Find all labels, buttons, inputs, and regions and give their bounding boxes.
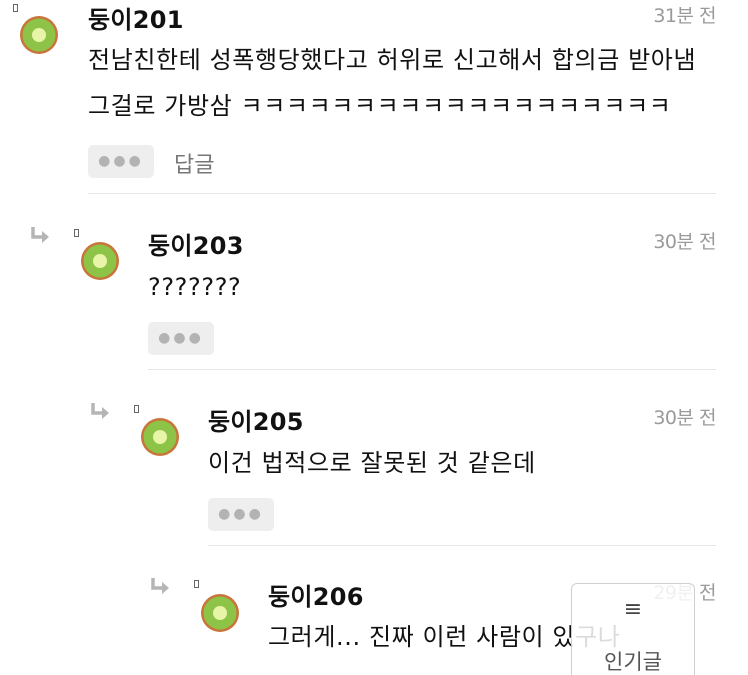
reply-arrow-icon	[91, 403, 109, 419]
popular-posts-label: 인기글	[604, 650, 662, 674]
bookmark-icon[interactable]	[194, 580, 199, 588]
comment-body: ???????	[148, 273, 242, 301]
comment-item: 둥이201 31분 전 전남친한테 성폭행당했다고 허위로 신고해서 합의금 받…	[88, 0, 716, 195]
bookmark-icon[interactable]	[134, 405, 139, 413]
comment-timestamp: 30분 전	[653, 407, 716, 429]
comment-item: 둥이205 30분 전 이건 법적으로 잘못된 것 같은데 ●●●	[208, 402, 716, 547]
divider	[88, 193, 716, 194]
comment-thread: 둥이201 31분 전 전남친한테 성폭행당했다고 허위로 신고해서 합의금 받…	[0, 0, 748, 675]
bookmark-icon[interactable]	[13, 4, 18, 12]
reply-button[interactable]: 답글	[174, 147, 214, 179]
avatar[interactable]	[80, 241, 120, 281]
reply-arrow-icon	[151, 578, 169, 594]
more-options-button[interactable]: ●●●	[88, 145, 154, 178]
more-options-button[interactable]: ●●●	[148, 322, 214, 355]
avatar[interactable]	[140, 417, 180, 457]
avatar[interactable]	[19, 15, 59, 55]
divider	[208, 545, 716, 546]
reply-arrow-icon	[31, 227, 49, 243]
comment-timestamp: 31분 전	[653, 5, 716, 27]
menu-icon: ≡	[623, 597, 643, 622]
comment-body: 이건 법적으로 잘못된 것 같은데	[208, 449, 536, 477]
comment-username[interactable]: 둥이205	[208, 402, 304, 437]
comment-timestamp: 30분 전	[653, 231, 716, 253]
avatar[interactable]	[200, 593, 240, 633]
bookmark-icon[interactable]	[74, 229, 79, 237]
divider	[148, 369, 716, 370]
comment-item: 둥이203 30분 전 ??????? ●●●	[148, 226, 716, 371]
comment-body: 전남친한테 성폭행당했다고 허위로 신고해서 합의금 받아냄 그걸로 가방삼 ㅋ…	[88, 46, 697, 120]
comment-username[interactable]: 둥이201	[88, 0, 184, 35]
comment-username[interactable]: 둥이206	[268, 577, 364, 612]
comment-username[interactable]: 둥이203	[148, 226, 244, 261]
more-options-button[interactable]: ●●●	[208, 498, 274, 531]
popular-posts-button[interactable]: ≡ 인기글	[571, 583, 695, 675]
